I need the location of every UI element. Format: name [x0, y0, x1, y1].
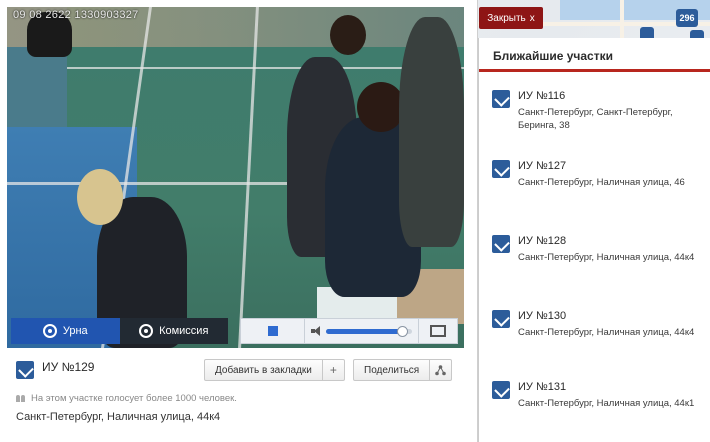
fullscreen-icon	[430, 325, 446, 337]
sidebar-divider	[479, 69, 710, 72]
player-controls	[240, 318, 458, 344]
video-feed[interactable]: 09 08 2622 1330903327	[7, 7, 464, 348]
nearby-station-name: ИУ №128	[518, 235, 567, 247]
nearby-station-address: Санкт-Петербург, Наличная улица, 46	[518, 177, 685, 188]
nearby-station-item[interactable]: ИУ №127 Санкт-Петербург, Наличная улица,…	[489, 154, 704, 214]
fullscreen-button[interactable]	[419, 319, 457, 343]
nearby-stations-sidebar: Ближайшие участки ИУ №116 Санкт-Петербур…	[478, 38, 710, 442]
sidebar-title: Ближайшие участки	[493, 49, 613, 63]
nearby-station-address: Санкт-Петербург, Наличная улица, 44к4	[518, 252, 695, 263]
tab-komissiya-label: Комиссия	[159, 325, 209, 337]
tab-urna[interactable]: Урна	[11, 318, 120, 344]
nearby-station-name: ИУ №116	[518, 90, 566, 102]
add-bookmark-label: Добавить в закладки	[215, 364, 312, 376]
nearby-station-item[interactable]: ИУ №131 Санкт-Петербург, Наличная улица,…	[489, 375, 704, 435]
nearby-station-address: Санкт-Петербург, Наличная улица, 44к1	[518, 398, 695, 409]
nearby-station-item[interactable]: ИУ №128 Санкт-Петербург, Наличная улица,…	[489, 229, 704, 289]
voters-note-text: На этом участке голосует более 1000 чело…	[31, 393, 237, 404]
voters-note: На этом участке голосует более 1000 чело…	[16, 393, 237, 404]
stop-icon	[267, 326, 278, 336]
nearby-station-address: Санкт-Петербург, Наличная улица, 44к4	[518, 327, 695, 338]
station-title: ИУ №129	[42, 360, 95, 374]
video-person-head	[330, 15, 366, 55]
station-address: Санкт-Петербург, Наличная улица, 44к4	[16, 411, 221, 423]
volume-knob[interactable]	[397, 325, 409, 337]
camera-icon	[139, 324, 154, 338]
camera-icon	[42, 324, 57, 338]
ballot-icon	[16, 361, 34, 379]
share-button[interactable]: Поделиться	[353, 359, 453, 381]
volume-slider[interactable]	[326, 325, 412, 337]
nearby-station-name: ИУ №131	[518, 381, 567, 393]
volume-fill	[326, 328, 404, 334]
tab-komissiya[interactable]: Комиссия	[119, 318, 228, 344]
camera-switcher: Урна Комиссия	[11, 318, 228, 344]
add-bookmark-button[interactable]: Добавить в закладки +	[204, 359, 345, 381]
nearby-station-name: ИУ №127	[518, 160, 567, 172]
camera-id: 09 08 2622 1330903327	[13, 9, 139, 21]
volume-icon[interactable]	[311, 326, 321, 336]
nearby-station-item[interactable]: ИУ №130 Санкт-Петербург, Наличная улица,…	[489, 304, 704, 364]
ballot-icon	[492, 381, 510, 399]
close-icon: x	[529, 12, 535, 24]
ballot-icon	[492, 310, 510, 328]
nearby-station-name: ИУ №130	[518, 310, 567, 322]
nearby-station-item[interactable]: ИУ №116 Санкт-Петербург, Санкт-Петербург…	[489, 84, 704, 144]
people-icon	[16, 394, 26, 403]
close-label: Закрыть	[487, 12, 526, 24]
video-person-head	[77, 169, 123, 225]
station-panel: 09 08 2622 1330903327 Урна Комиссия ИУ №…	[0, 0, 478, 442]
tab-urna-label: Урна	[62, 325, 88, 337]
map-road	[620, 0, 624, 38]
volume-control	[305, 319, 419, 343]
share-icon	[429, 360, 451, 380]
map-cluster-badge[interactable]: 296	[676, 9, 698, 27]
video-person-head	[357, 82, 405, 132]
ballot-icon	[492, 235, 510, 253]
share-label: Поделиться	[364, 364, 420, 376]
video-person	[399, 17, 464, 247]
nearby-station-address: Санкт-Петербург, Санкт-Петербург, Беринг…	[518, 107, 673, 131]
close-button[interactable]: Закрыть x	[479, 7, 543, 29]
ballot-icon	[492, 160, 510, 178]
stop-button[interactable]	[241, 319, 305, 343]
plus-icon: +	[321, 360, 344, 380]
ballot-icon	[492, 90, 510, 108]
